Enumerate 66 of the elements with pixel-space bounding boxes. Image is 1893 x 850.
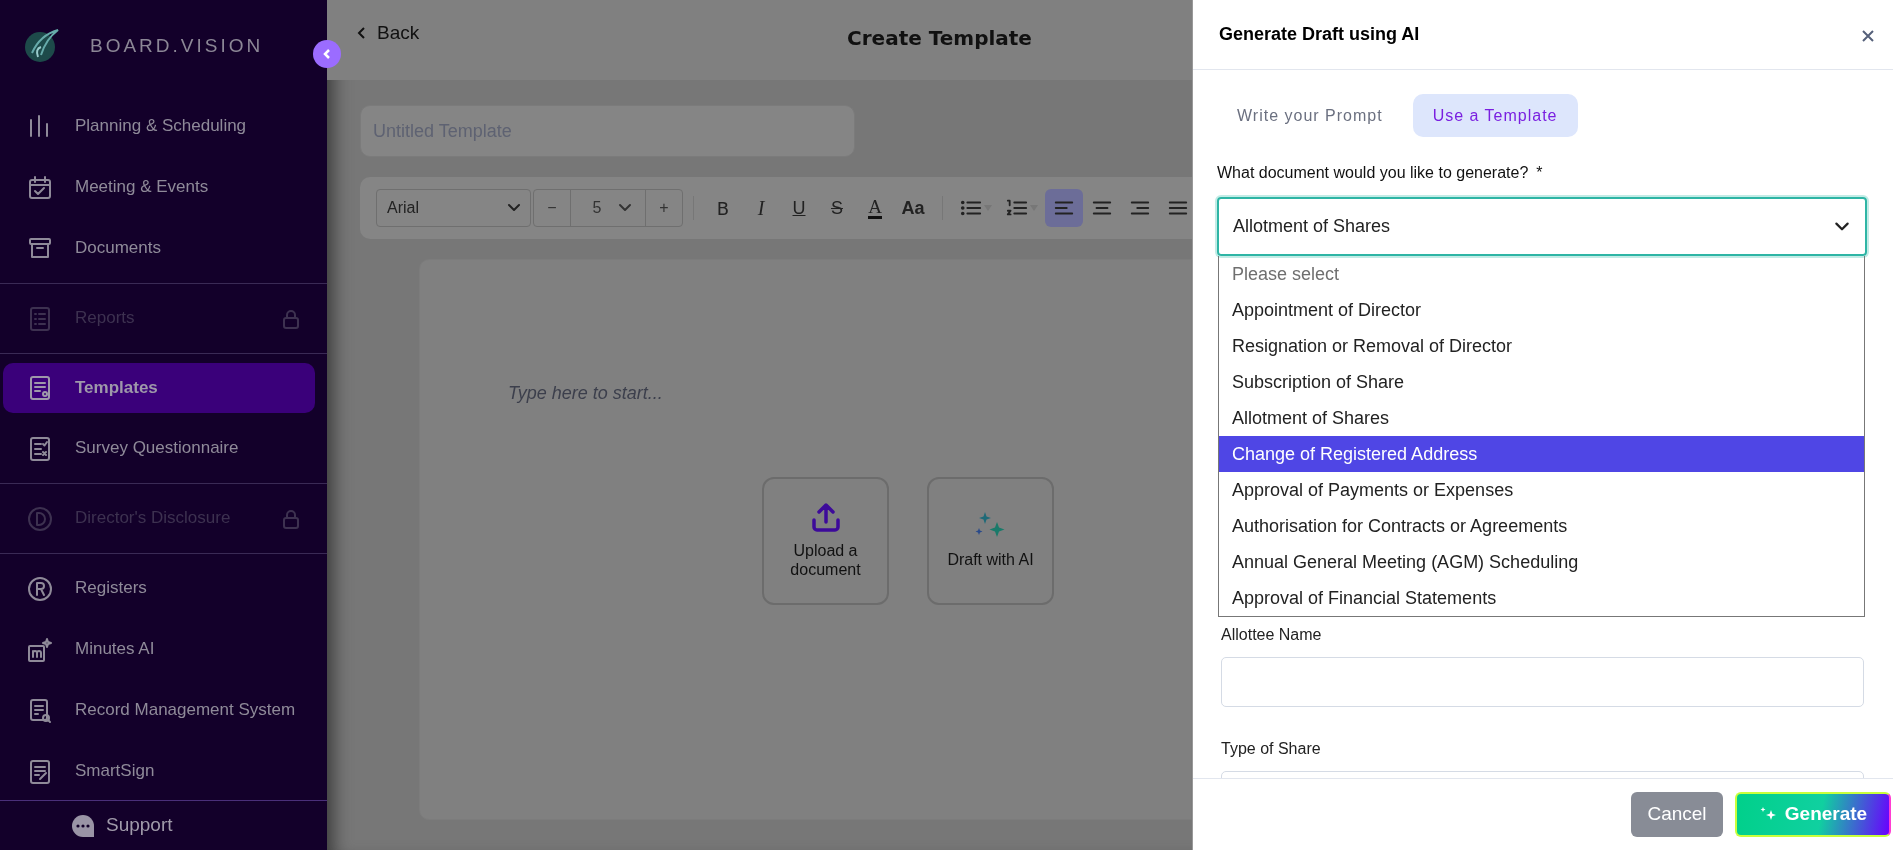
registered-icon — [27, 575, 53, 602]
sidebar-item[interactable]: Registers — [3, 558, 324, 619]
chevron-left-icon — [321, 48, 333, 60]
brand-name: BOARD.VISION — [90, 33, 264, 58]
lock-icon — [282, 508, 300, 529]
collapse-button[interactable] — [313, 40, 341, 68]
list-icon — [27, 305, 53, 332]
sidebar-item[interactable]: SmartSign — [3, 741, 324, 800]
page-title: Create Template — [847, 26, 1032, 50]
dropdown-option[interactable]: Please select — [1219, 256, 1864, 292]
sidebar-item[interactable]: Survey Questionnaire — [3, 418, 324, 479]
underline-button[interactable]: U — [780, 189, 818, 227]
italic-button[interactable]: I — [742, 189, 780, 227]
sidebar-item[interactable]: Minutes AI — [3, 619, 324, 680]
font-size-select[interactable]: 5 — [570, 190, 646, 226]
logo-icon — [22, 27, 60, 65]
sidebar-item[interactable]: Planning & Scheduling — [3, 96, 324, 157]
sparkle-box-icon — [27, 636, 53, 663]
field-label: Allottee Name — [1221, 625, 1323, 645]
upload-icon — [810, 502, 841, 533]
input-field[interactable] — [1221, 657, 1864, 707]
dropdown-option[interactable]: Allotment of Shares — [1219, 400, 1864, 436]
dropdown-option[interactable]: Approval of Payments or Expenses — [1219, 472, 1864, 508]
required-mark: * — [1536, 164, 1543, 181]
support-button[interactable]: Support — [0, 800, 327, 850]
document-pen-icon — [27, 758, 53, 785]
text-case-button[interactable]: Aa — [894, 189, 932, 227]
dropdown-option[interactable]: Subscription of Share — [1219, 364, 1864, 400]
strikethrough-button[interactable]: S — [818, 189, 856, 227]
sidebar-item[interactable]: Meeting & Events — [3, 157, 324, 218]
close-icon — [1861, 28, 1875, 43]
bold-button[interactable]: B — [704, 189, 742, 227]
dropdown-option[interactable]: Annual General Meeting (AGM) Scheduling — [1219, 544, 1864, 580]
text-color-button[interactable]: A — [856, 189, 894, 227]
calendar-icon — [27, 174, 53, 201]
lock-icon — [282, 308, 300, 329]
dropdown-option[interactable]: Approval of Financial Statements — [1219, 580, 1864, 616]
decrease-button[interactable]: − — [534, 190, 570, 226]
checklist-icon — [27, 435, 53, 462]
tab[interactable]: Write your Prompt — [1217, 94, 1403, 137]
font-select[interactable]: Arial — [376, 189, 531, 227]
question-label: What document would you like to generate? — [1217, 164, 1529, 181]
dropdown-option[interactable]: Appointment of Director — [1219, 292, 1864, 328]
align-left-button[interactable] — [1045, 189, 1083, 227]
chat-icon — [70, 812, 96, 839]
document-search-icon — [27, 697, 53, 724]
sidebar-item[interactable]: Templates — [3, 363, 315, 413]
dropdown-option[interactable]: Change of Registered Address — [1219, 436, 1864, 472]
document-select[interactable]: Allotment of Shares — [1217, 197, 1867, 256]
editor-page[interactable]: Type here to start... Upload a document Draft with AI — [419, 259, 1192, 820]
sidebar-item[interactable]: Documents — [3, 218, 324, 279]
document-gear-icon — [27, 375, 53, 401]
tab[interactable]: Use a Template — [1412, 94, 1578, 137]
circle-letter-icon — [27, 505, 53, 532]
back-link[interactable]: Back — [357, 18, 420, 48]
dropdown-option[interactable]: Resignation or Removal of Director — [1219, 328, 1864, 364]
upload-card[interactable]: Upload a document — [762, 477, 889, 605]
editor-placeholder: Type here to start... — [508, 382, 664, 405]
field-label: Type of Share — [1221, 739, 1322, 759]
draft-ai-card[interactable]: Draft with AI — [927, 477, 1054, 605]
increase-button[interactable]: + — [646, 190, 682, 226]
dropdown-option[interactable]: Authorisation for Contracts or Agreements — [1219, 508, 1864, 544]
panel-title: Generate Draft using AI — [1219, 23, 1420, 46]
chevron-left-icon — [357, 26, 367, 40]
sidebar-item[interactable]: Record Management System — [3, 680, 324, 741]
cancel-button[interactable]: Cancel — [1631, 792, 1723, 837]
